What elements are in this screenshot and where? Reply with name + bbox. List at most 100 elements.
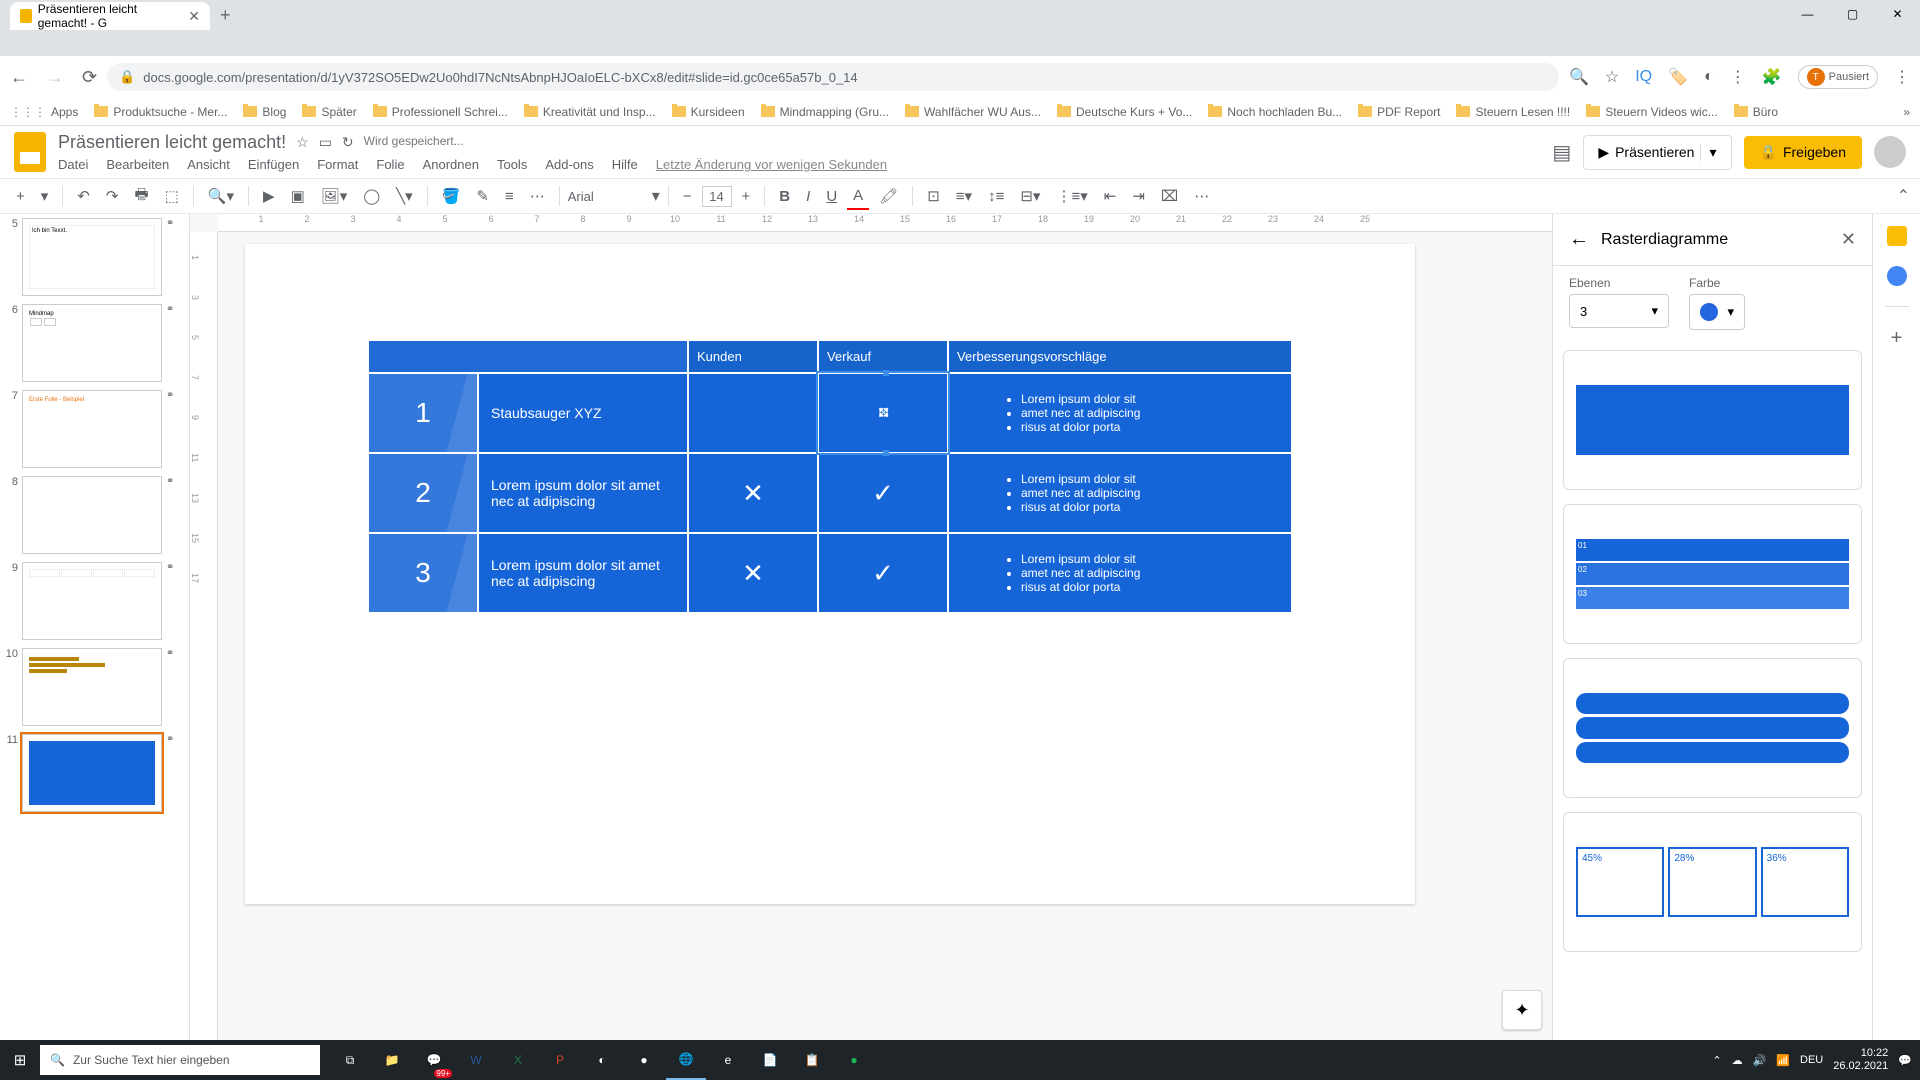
menu-edit[interactable]: Bearbeiten — [106, 157, 169, 172]
slide-thumbnail[interactable]: Ich bin Texxt. — [22, 218, 162, 296]
reload-button[interactable]: ⟳ — [82, 67, 97, 88]
bullet-list-button[interactable]: ⋮≡▾ — [1050, 183, 1093, 209]
edge-icon[interactable]: e — [708, 1040, 748, 1080]
border-weight-button[interactable]: ≡ — [499, 184, 520, 209]
line-spacing-button[interactable]: ↕≡ — [982, 184, 1010, 209]
diagram-header-kunden[interactable]: Kunden — [688, 340, 818, 373]
diagram-cell-improv[interactable]: Lorem ipsum dolor sitamet nec at adipisc… — [948, 533, 1292, 613]
bookmark-item[interactable]: Deutsche Kurs + Vo... — [1057, 105, 1192, 119]
slide-canvas[interactable]: Kunden Verkauf Verbesserungsvorschläge 1… — [245, 244, 1415, 904]
menu-addons[interactable]: Add-ons — [545, 157, 593, 172]
app-icon[interactable]: 📄 — [750, 1040, 790, 1080]
chevron-down-icon[interactable]: ▾ — [652, 186, 660, 206]
app-icon[interactable]: 💬99+ — [414, 1040, 454, 1080]
bookmark-overflow-icon[interactable]: » — [1903, 105, 1910, 119]
indent-decrease-button[interactable]: ⇤ — [1098, 183, 1123, 209]
star-icon[interactable]: ☆ — [1605, 67, 1619, 87]
slides-logo-icon[interactable] — [14, 132, 46, 172]
line-tool[interactable]: ╲▾ — [390, 183, 419, 209]
start-button[interactable]: ⊞ — [0, 1051, 40, 1069]
back-icon[interactable]: ← — [1569, 228, 1589, 251]
template-option-2[interactable]: 01 02 03 — [1563, 504, 1862, 644]
menu-insert[interactable]: Einfügen — [248, 157, 299, 172]
underline-button[interactable]: U — [820, 184, 843, 209]
diagram-header-improv[interactable]: Verbesserungsvorschläge — [948, 340, 1292, 373]
diagram-row-num[interactable]: 2 — [368, 453, 478, 533]
language-indicator[interactable]: DEU — [1800, 1054, 1823, 1066]
app-icon[interactable]: 📋 — [792, 1040, 832, 1080]
zoom-icon[interactable]: 🔍 — [1569, 67, 1589, 87]
app-icon[interactable]: ◐ — [582, 1040, 622, 1080]
bookmark-item[interactable]: Kreativität und Insp... — [524, 105, 656, 119]
obs-icon[interactable]: ● — [624, 1040, 664, 1080]
bookmark-item[interactable]: Steuern Videos wic... — [1586, 105, 1718, 119]
bookmark-item[interactable]: Kursideen — [672, 105, 745, 119]
more-menu-icon[interactable]: ⋮ — [1894, 67, 1910, 87]
redo-button[interactable]: ↷ — [100, 183, 125, 209]
bookmark-item[interactable]: Noch hochladen Bu... — [1208, 105, 1342, 119]
bookmark-apps[interactable]: ⋮⋮⋮Apps — [10, 105, 78, 119]
chrome-icon[interactable]: 🌐 — [666, 1040, 706, 1080]
slide-thumbnail-selected[interactable] — [22, 734, 162, 812]
present-button[interactable]: ▶ Präsentieren ▾ — [1583, 135, 1731, 170]
shape-tool[interactable]: ◯ — [357, 183, 386, 209]
select-tool[interactable]: ▶ — [257, 183, 281, 209]
template-option-1[interactable] — [1563, 350, 1862, 490]
diagram-cell-kunden[interactable] — [688, 373, 818, 453]
comments-icon[interactable]: ▤ — [1552, 140, 1571, 165]
diagram-cell-verkauf-selected[interactable]: ✥ — [818, 373, 948, 453]
word-icon[interactable]: W — [456, 1040, 496, 1080]
bookmark-item[interactable]: Blog — [243, 105, 286, 119]
new-slide-button[interactable]: + — [10, 184, 31, 209]
url-field[interactable]: 🔒 docs.google.com/presentation/d/1yV372S… — [107, 63, 1559, 91]
diagram-row-label[interactable]: Lorem ipsum dolor sit amet nec at adipis… — [478, 453, 688, 533]
collapse-toolbar-icon[interactable]: ⌃ — [1897, 186, 1910, 206]
chevron-down-icon[interactable]: ▾ — [35, 183, 55, 209]
onedrive-icon[interactable]: ☁ — [1732, 1054, 1743, 1067]
add-addon-icon[interactable]: + — [1891, 327, 1903, 350]
diagram-cell-improv[interactable]: Lorem ipsum dolor sitamet nec at adipisc… — [948, 373, 1292, 453]
clock[interactable]: 10:22 26.02.2021 — [1833, 1047, 1888, 1073]
border-color-button[interactable]: ✎ — [470, 183, 495, 209]
notifications-icon[interactable]: 💬 — [1898, 1054, 1912, 1067]
slide-thumbnail[interactable] — [22, 562, 162, 640]
rotate-handle-icon[interactable]: ✥ — [871, 401, 895, 425]
levels-select[interactable]: 3▾ — [1569, 294, 1669, 328]
ext-icon-2[interactable]: 🏷️ — [1668, 67, 1688, 87]
powerpoint-icon[interactable]: P — [540, 1040, 580, 1080]
bookmark-item[interactable]: Später — [302, 105, 356, 119]
ext-icon-1[interactable]: IQ — [1635, 68, 1652, 86]
diagram-header-verkauf[interactable]: Verkauf — [818, 340, 948, 373]
cross-icon[interactable]: ✕ — [688, 453, 818, 533]
diagram-row-num[interactable]: 3 — [368, 533, 478, 613]
ext-icon-3[interactable]: ◐ — [1704, 68, 1714, 86]
user-avatar[interactable] — [1874, 136, 1906, 168]
template-option-4[interactable]: 45% 28% 36% — [1563, 812, 1862, 952]
textbox-tool[interactable]: ▣ — [285, 183, 311, 209]
close-tab-icon[interactable]: ✕ — [188, 8, 200, 25]
spotify-icon[interactable]: ● — [834, 1040, 874, 1080]
bookmark-item[interactable]: Mindmapping (Gru... — [761, 105, 889, 119]
diagram-row-label[interactable]: Staubsauger XYZ — [478, 373, 688, 453]
close-icon[interactable]: ✕ — [1841, 229, 1856, 250]
menu-view[interactable]: Ansicht — [187, 157, 230, 172]
highlight-button[interactable]: 🖍 — [873, 183, 904, 209]
move-icon[interactable]: ▭ — [319, 134, 332, 151]
zoom-button[interactable]: 🔍▾ — [202, 183, 240, 209]
volume-icon[interactable]: 🔊 — [1753, 1054, 1767, 1067]
excel-icon[interactable]: X — [498, 1040, 538, 1080]
template-option-3[interactable] — [1563, 658, 1862, 798]
menu-file[interactable]: Datei — [58, 157, 88, 172]
indent-increase-button[interactable]: ⇥ — [1126, 183, 1151, 209]
menu-arrange[interactable]: Anordnen — [423, 157, 479, 172]
fill-color-button[interactable]: 🪣 — [436, 183, 467, 209]
font-size-input[interactable]: 14 — [702, 186, 732, 207]
cross-icon[interactable]: ✕ — [688, 533, 818, 613]
minimize-button[interactable]: — — [1785, 0, 1830, 28]
bookmark-item[interactable]: Wahlfächer WU Aus... — [905, 105, 1041, 119]
browser-tab[interactable]: Präsentieren leicht gemacht! - G ✕ — [10, 2, 210, 30]
extensions-icon[interactable]: 🧩 — [1762, 67, 1782, 87]
menu-tools[interactable]: Tools — [497, 157, 527, 172]
undo-button[interactable]: ↶ — [71, 183, 96, 209]
last-edit-link[interactable]: Letzte Änderung vor wenigen Sekunden — [656, 157, 887, 172]
